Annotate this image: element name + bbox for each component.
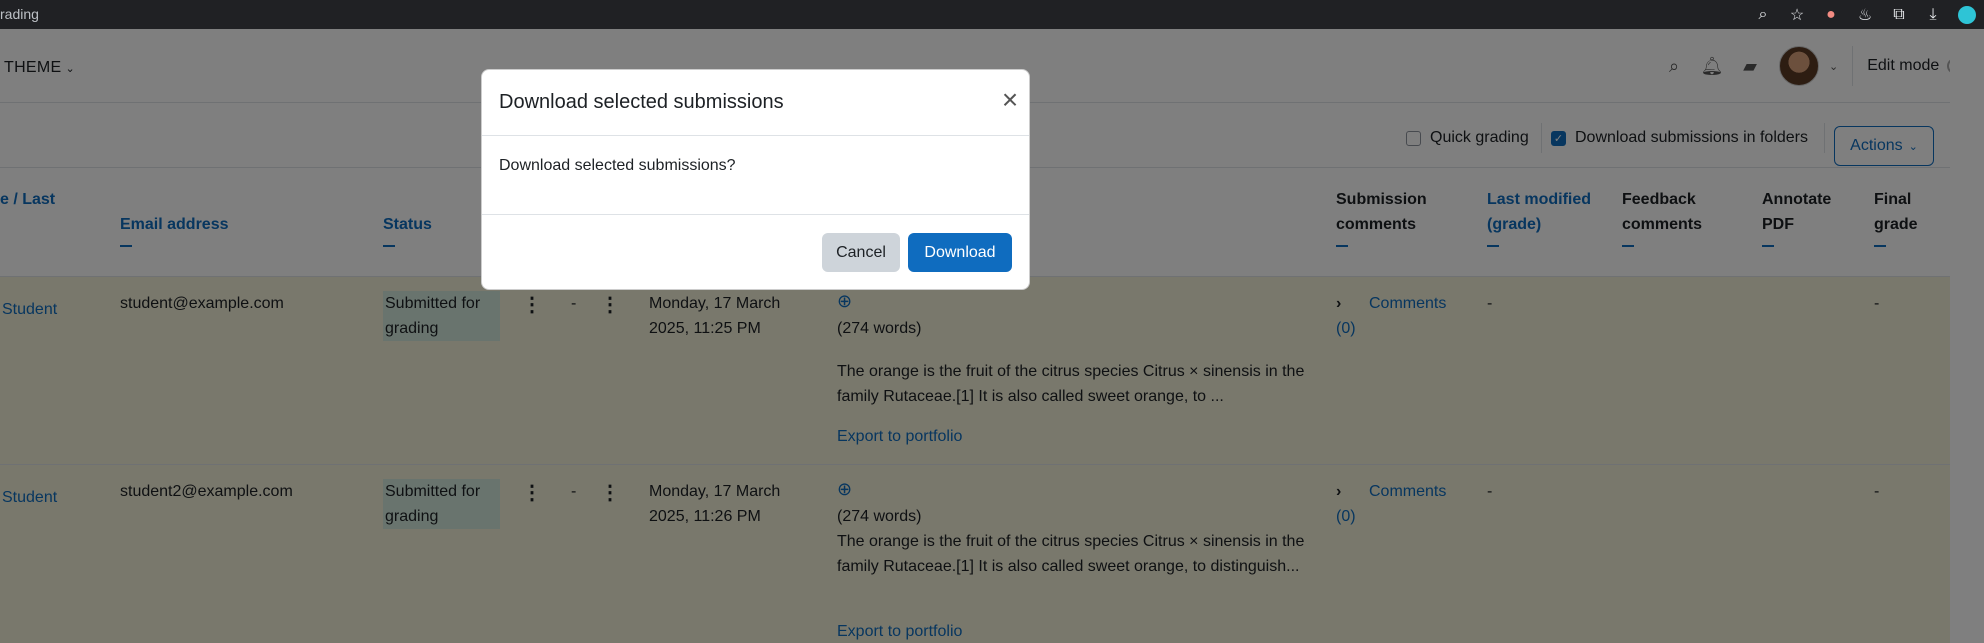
modal-message: Download selected submissions? bbox=[499, 157, 736, 174]
tab-title[interactable]: rading bbox=[0, 6, 39, 22]
browser-icons: ⌕ ☆ ● ♨ ⧉ ⤓ bbox=[1746, 3, 1984, 27]
cancel-button[interactable]: Cancel bbox=[822, 233, 900, 272]
zoom-icon[interactable]: ⌕ bbox=[1746, 3, 1780, 27]
modal-title: Download selected submissions bbox=[499, 91, 784, 113]
extension-icon[interactable]: ● bbox=[1814, 3, 1848, 27]
download-icon[interactable]: ⤓ bbox=[1916, 3, 1950, 27]
close-icon[interactable]: × bbox=[998, 86, 1022, 114]
browser-toolbar: rading ⌕ ☆ ● ♨ ⧉ ⤓ bbox=[0, 0, 1984, 29]
modal-header: Download selected submissions × bbox=[482, 70, 1029, 136]
bookmark-star-icon[interactable]: ☆ bbox=[1780, 3, 1814, 27]
download-button[interactable]: Download bbox=[908, 233, 1012, 272]
flame-extension-icon[interactable]: ♨ bbox=[1848, 3, 1882, 27]
modal-body: Download selected submissions? bbox=[482, 136, 1029, 215]
modal-footer: Cancel Download bbox=[482, 215, 1029, 289]
profile-icon[interactable] bbox=[1950, 3, 1984, 27]
download-dialog: Download selected submissions × Download… bbox=[481, 69, 1030, 290]
extensions-puzzle-icon[interactable]: ⧉ bbox=[1882, 3, 1916, 27]
